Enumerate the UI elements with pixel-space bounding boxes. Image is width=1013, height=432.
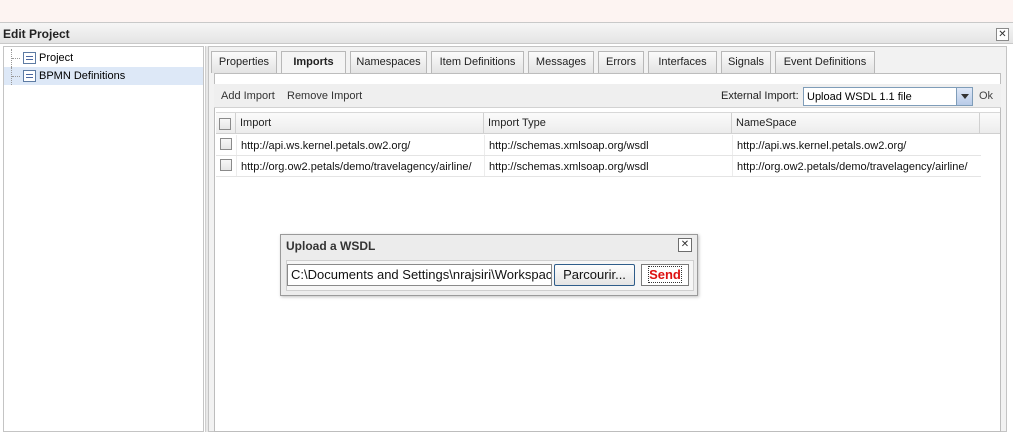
- add-import-button[interactable]: Add Import: [221, 90, 275, 102]
- tab-interfaces[interactable]: Interfaces: [648, 51, 717, 73]
- tab-messages[interactable]: Messages: [528, 51, 594, 73]
- grid-header: Import Import Type NameSpace: [216, 112, 1000, 134]
- send-button[interactable]: Send: [641, 264, 689, 286]
- remove-import-button[interactable]: Remove Import: [287, 90, 362, 102]
- tree-item-label: BPMN Definitions: [39, 70, 126, 82]
- file-path-value: C:\Documents and Settings\nrajsiri\Works…: [291, 267, 552, 282]
- project-tree: Project BPMN Definitions: [3, 46, 204, 432]
- tab-properties[interactable]: Properties: [211, 51, 277, 73]
- document-icon: [23, 70, 36, 82]
- cell-namespace: http://org.ow2.petals/demo/travelagency/…: [737, 161, 968, 173]
- window-header: Edit Project ✕: [0, 22, 1013, 44]
- column-header-import[interactable]: Import: [236, 113, 484, 134]
- document-icon: [23, 52, 36, 64]
- tree-item-bpmn-definitions[interactable]: BPMN Definitions: [4, 67, 203, 85]
- tab-event-definitions[interactable]: Event Definitions: [775, 51, 875, 73]
- cell-namespace: http://api.ws.kernel.petals.ow2.org/: [737, 140, 907, 152]
- column-header-import-type[interactable]: Import Type: [484, 113, 732, 134]
- file-path-input[interactable]: C:\Documents and Settings\nrajsiri\Works…: [287, 264, 552, 286]
- table-row[interactable]: http://org.ow2.petals/demo/travelagency/…: [216, 156, 981, 177]
- tree-item-project[interactable]: Project: [4, 49, 203, 67]
- external-import-label: External Import:: [721, 90, 799, 102]
- cell-import-type: http://schemas.xmlsoap.org/wsdl: [489, 161, 649, 173]
- select-all-checkbox[interactable]: [219, 118, 231, 130]
- chevron-down-icon[interactable]: [956, 88, 972, 105]
- browse-button[interactable]: Parcourir...: [554, 264, 635, 286]
- external-import-select[interactable]: Upload WSDL 1.1 file: [803, 87, 973, 106]
- dialog-title: Upload a WSDL: [286, 239, 376, 253]
- tab-imports[interactable]: Imports: [281, 51, 346, 74]
- table-row[interactable]: http://api.ws.kernel.petals.ow2.org/ htt…: [216, 135, 981, 156]
- top-band: [0, 0, 1013, 22]
- tab-namespaces[interactable]: Namespaces: [350, 51, 427, 73]
- close-icon[interactable]: ✕: [678, 238, 692, 252]
- ok-button[interactable]: Ok: [979, 90, 993, 102]
- column-header-namespace[interactable]: NameSpace: [732, 113, 980, 134]
- cell-import-type: http://schemas.xmlsoap.org/wsdl: [489, 140, 649, 152]
- row-checkbox[interactable]: [220, 138, 232, 150]
- tab-signals[interactable]: Signals: [721, 51, 771, 73]
- tab-item-definitions[interactable]: Item Definitions: [431, 51, 524, 73]
- close-icon[interactable]: ✕: [996, 28, 1009, 41]
- row-checkbox[interactable]: [220, 159, 232, 171]
- cell-import: http://org.ow2.petals/demo/travelagency/…: [241, 161, 472, 173]
- select-value: Upload WSDL 1.1 file: [807, 91, 912, 103]
- tree-item-label: Project: [39, 52, 74, 64]
- send-label: Send: [648, 266, 682, 283]
- window-title: Edit Project: [3, 27, 70, 41]
- cell-import: http://api.ws.kernel.petals.ow2.org/: [241, 140, 411, 152]
- tab-errors[interactable]: Errors: [598, 51, 644, 73]
